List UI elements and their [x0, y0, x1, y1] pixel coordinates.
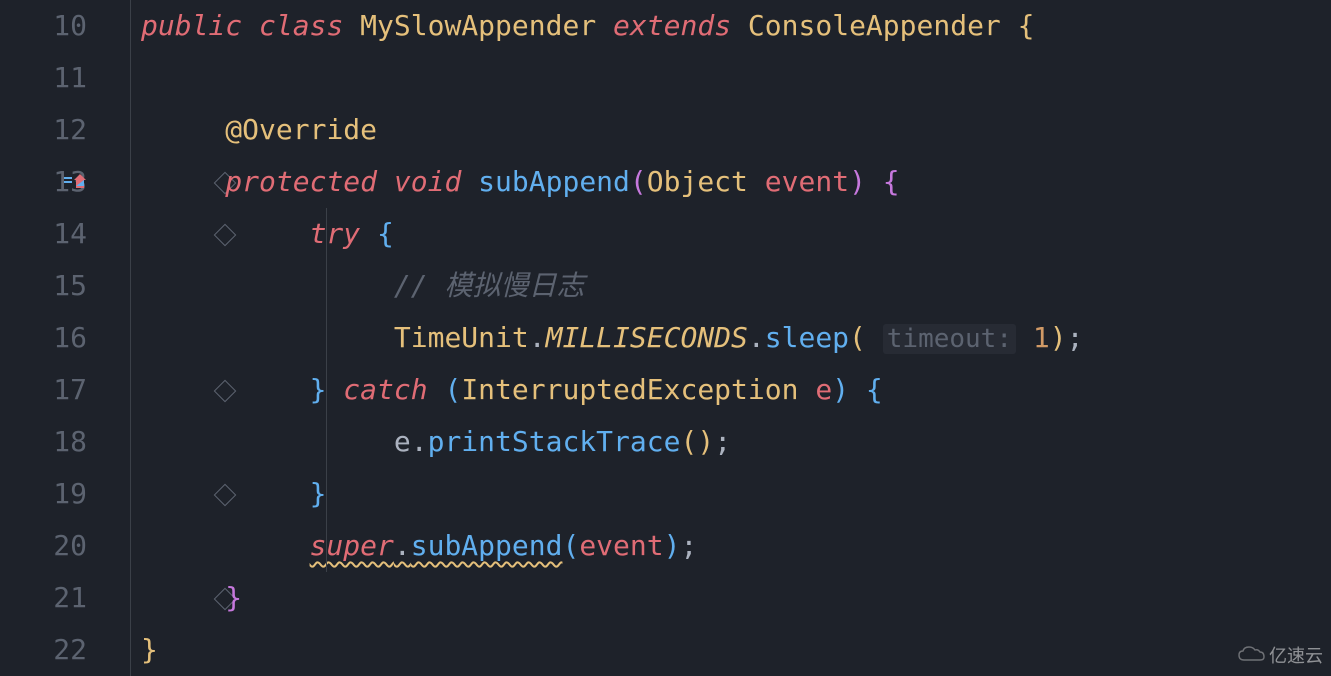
override-gutter-icon[interactable]	[62, 166, 92, 186]
line-number: 17	[0, 364, 87, 416]
code-line[interactable]: try {	[141, 208, 1331, 260]
line-number: 16	[0, 312, 87, 364]
code-line[interactable]: TimeUnit.MILLISECONDS.sleep( timeout: 1)…	[141, 312, 1331, 364]
code-line[interactable]: } catch (InterruptedException e) {	[141, 364, 1331, 416]
watermark-text: 亿速云	[1269, 642, 1323, 668]
code-line[interactable]: e.printStackTrace();	[141, 416, 1331, 468]
watermark-logo: 亿速云	[1237, 642, 1323, 668]
code-line[interactable]: }	[141, 572, 1331, 624]
line-number: 18	[0, 416, 87, 468]
line-number: 19	[0, 468, 87, 520]
line-number: 11	[0, 52, 87, 104]
code-line[interactable]	[141, 52, 1331, 104]
code-content[interactable]: public class MySlowAppender extends Cons…	[130, 0, 1331, 676]
line-number: 12	[0, 104, 87, 156]
line-number: 15	[0, 260, 87, 312]
code-line[interactable]: }	[141, 624, 1331, 676]
code-line[interactable]: protected void subAppend(Object event) {	[141, 156, 1331, 208]
code-line[interactable]: super.subAppend(event);	[141, 520, 1331, 572]
line-number: 10	[0, 0, 87, 52]
line-number: 20	[0, 520, 87, 572]
code-line[interactable]: // 模拟慢日志	[141, 260, 1331, 312]
line-number-gutter: 10 11 12 13 14 15 16 17 18 19 20 21 22	[0, 0, 95, 676]
code-editor[interactable]: 10 11 12 13 14 15 16 17 18 19 20 21 22 p…	[0, 0, 1331, 676]
code-line[interactable]: }	[141, 468, 1331, 520]
parameter-hint: timeout:	[883, 324, 1016, 354]
line-number: 14	[0, 208, 87, 260]
code-line[interactable]: public class MySlowAppender extends Cons…	[141, 0, 1331, 52]
line-number: 21	[0, 572, 87, 624]
fold-gutter	[95, 0, 130, 676]
line-number: 22	[0, 624, 87, 676]
code-line[interactable]: @Override	[141, 104, 1331, 156]
